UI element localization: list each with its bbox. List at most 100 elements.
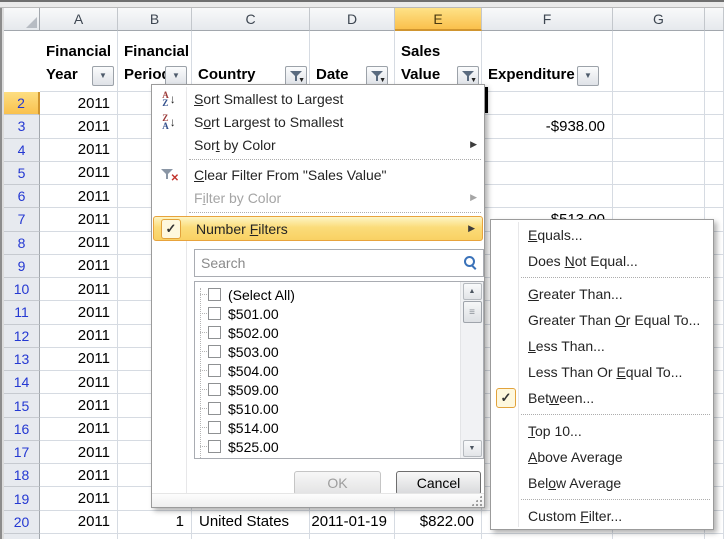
- checkbox[interactable]: [208, 307, 221, 320]
- select-all-corner[interactable]: [4, 8, 40, 31]
- list-item-select-all[interactable]: (Select All): [195, 285, 460, 304]
- list-item-510-00[interactable]: $510.00: [195, 399, 460, 418]
- menu-resize-bar[interactable]: [152, 493, 484, 507]
- cell-partial1[interactable]: [705, 31, 724, 92]
- cell-B1[interactable]: FinancialPeriod▼: [118, 31, 192, 92]
- row-header-5[interactable]: 5: [4, 162, 40, 185]
- cell-H6[interactable]: [705, 185, 724, 208]
- menu-item-number-filters[interactable]: ✓Number Filters▶: [153, 216, 483, 241]
- cell-H3[interactable]: [705, 115, 724, 138]
- cell-A9[interactable]: 2011: [40, 255, 118, 278]
- cell-A15[interactable]: 2011: [40, 394, 118, 417]
- cell-A12[interactable]: 2011: [40, 325, 118, 348]
- checkbox[interactable]: [208, 288, 221, 301]
- row-header-14[interactable]: 14: [4, 371, 40, 394]
- cell-A11[interactable]: 2011: [40, 301, 118, 324]
- checkbox[interactable]: [208, 345, 221, 358]
- checkbox[interactable]: [208, 364, 221, 377]
- filter-button-C[interactable]: ▼: [285, 66, 307, 86]
- cell-A3[interactable]: 2011: [40, 115, 118, 138]
- submenu-item-above-average[interactable]: Above Average: [491, 444, 713, 470]
- submenu-item-between[interactable]: ✓Between...: [491, 385, 713, 411]
- row-header-20[interactable]: 20: [4, 511, 40, 534]
- cell-A16[interactable]: 2011: [40, 418, 118, 441]
- search-input[interactable]: [194, 249, 484, 277]
- cell-E20[interactable]: $822.00: [395, 511, 482, 534]
- cell-A6[interactable]: 2011: [40, 185, 118, 208]
- menu-item-clear-filter[interactable]: ✕Clear Filter From "Sales Value": [152, 163, 484, 186]
- cell-C20[interactable]: United States: [192, 511, 310, 534]
- cell-H4[interactable]: [705, 139, 724, 162]
- column-header-B[interactable]: B: [118, 8, 192, 31]
- checkbox[interactable]: [208, 421, 221, 434]
- row-header-6[interactable]: 6: [4, 185, 40, 208]
- filter-button-B[interactable]: ▼: [165, 66, 187, 86]
- cell-A17[interactable]: 2011: [40, 441, 118, 464]
- cell-A1[interactable]: FinancialYear▼: [40, 31, 118, 92]
- submenu-item-equals[interactable]: Equals...: [491, 222, 713, 248]
- cell-A5[interactable]: 2011: [40, 162, 118, 185]
- cell-G5[interactable]: [613, 162, 705, 185]
- menu-item-sort-by-color[interactable]: Sort by Color▶: [152, 133, 484, 156]
- submenu-item-less-than[interactable]: Less Than...: [491, 333, 713, 359]
- checkbox[interactable]: [208, 326, 221, 339]
- scrollbar[interactable]: ▲ ≡ ▼: [460, 282, 483, 458]
- cell-G3[interactable]: [613, 115, 705, 138]
- submenu-item-top-10[interactable]: Top 10...: [491, 418, 713, 444]
- cell-F5[interactable]: [482, 162, 613, 185]
- cell-G4[interactable]: [613, 139, 705, 162]
- cell-F1[interactable]: Expenditure▼: [482, 31, 613, 92]
- cell-F2[interactable]: [482, 92, 613, 115]
- row-header-3[interactable]: 3: [4, 115, 40, 138]
- row-header-15[interactable]: 15: [4, 394, 40, 417]
- row-header-17[interactable]: 17: [4, 441, 40, 464]
- cell-G6[interactable]: [613, 185, 705, 208]
- cell-G1[interactable]: [613, 31, 705, 92]
- cell-A10[interactable]: 2011: [40, 278, 118, 301]
- column-header-G[interactable]: G: [613, 8, 705, 31]
- scroll-down-button[interactable]: ▼: [463, 440, 482, 457]
- cell-B20[interactable]: 1: [118, 511, 192, 534]
- list-item-509-00[interactable]: $509.00: [195, 380, 460, 399]
- row-header-10[interactable]: 10: [4, 278, 40, 301]
- cell-F3[interactable]: -$938.00: [482, 115, 613, 138]
- scroll-up-button[interactable]: ▲: [463, 283, 482, 300]
- cell-F6[interactable]: [482, 185, 613, 208]
- list-item-525-00[interactable]: $525.00: [195, 437, 460, 456]
- row-header-4[interactable]: 4: [4, 139, 40, 162]
- cell-A20[interactable]: 2011: [40, 511, 118, 534]
- row-header-18[interactable]: 18: [4, 464, 40, 487]
- column-header-partial[interactable]: [705, 8, 724, 31]
- cell-A13[interactable]: 2011: [40, 348, 118, 371]
- filter-button-F[interactable]: ▼: [577, 66, 599, 86]
- row-header-2[interactable]: 2: [4, 92, 40, 115]
- checkbox[interactable]: [208, 383, 221, 396]
- row-header-11[interactable]: 11: [4, 301, 40, 324]
- cell-F4[interactable]: [482, 139, 613, 162]
- cell-A18[interactable]: 2011: [40, 464, 118, 487]
- cell-H2[interactable]: [705, 92, 724, 115]
- row-header-9[interactable]: 9: [4, 255, 40, 278]
- submenu-item-greater-than-or-equal-to[interactable]: Greater Than Or Equal To...: [491, 307, 713, 333]
- cancel-button[interactable]: Cancel: [396, 471, 481, 495]
- submenu-item-greater-than[interactable]: Greater Than...: [491, 281, 713, 307]
- list-item-partial[interactable]: [195, 456, 460, 458]
- resize-grip-icon[interactable]: [471, 495, 482, 506]
- cell-A2[interactable]: 2011: [40, 92, 118, 115]
- row-header-7[interactable]: 7: [4, 208, 40, 231]
- list-item-501-00[interactable]: $501.00: [195, 304, 460, 323]
- cell-H5[interactable]: [705, 162, 724, 185]
- filter-button-E[interactable]: ▼: [457, 66, 479, 86]
- column-header-C[interactable]: C: [192, 8, 310, 31]
- filter-button-D[interactable]: ▼: [366, 66, 388, 86]
- submenu-item-below-average[interactable]: Below Average: [491, 470, 713, 496]
- cell-C1[interactable]: Country▼: [192, 31, 310, 92]
- checkbox[interactable]: [208, 402, 221, 415]
- submenu-item-less-than-or-equal-to[interactable]: Less Than Or Equal To...: [491, 359, 713, 385]
- cell-A14[interactable]: 2011: [40, 371, 118, 394]
- cell-G2[interactable]: [613, 92, 705, 115]
- column-header-D[interactable]: D: [310, 8, 395, 31]
- checkbox[interactable]: [208, 440, 221, 453]
- list-item-502-00[interactable]: $502.00: [195, 323, 460, 342]
- filter-button-A[interactable]: ▼: [92, 66, 114, 86]
